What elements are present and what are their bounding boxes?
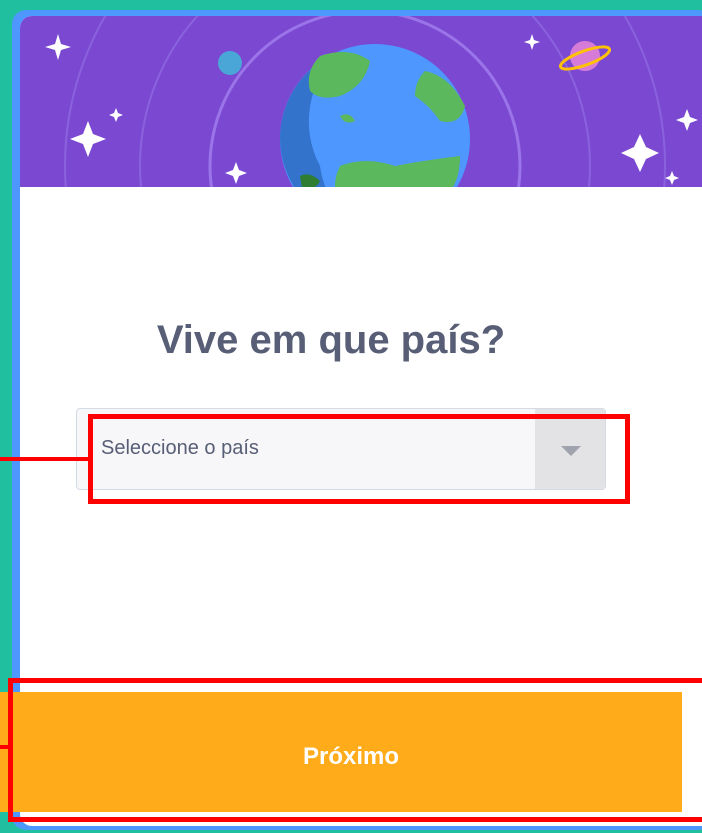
page-title: Vive em que país? bbox=[156, 318, 506, 362]
modal-header-illustration bbox=[20, 16, 702, 203]
earth-globe-icon bbox=[45, 16, 698, 203]
callout-line-next bbox=[0, 745, 12, 749]
country-select-arrow-button[interactable] bbox=[535, 409, 605, 489]
next-button[interactable] bbox=[0, 692, 682, 812]
page-background: Vive em que país? Seleccione o país Próx… bbox=[0, 0, 702, 833]
callout-line-select bbox=[0, 457, 90, 461]
caret-down-icon bbox=[561, 446, 581, 456]
country-select-placeholder: Seleccione o país bbox=[101, 437, 259, 459]
country-select[interactable]: Seleccione o país bbox=[76, 408, 606, 490]
